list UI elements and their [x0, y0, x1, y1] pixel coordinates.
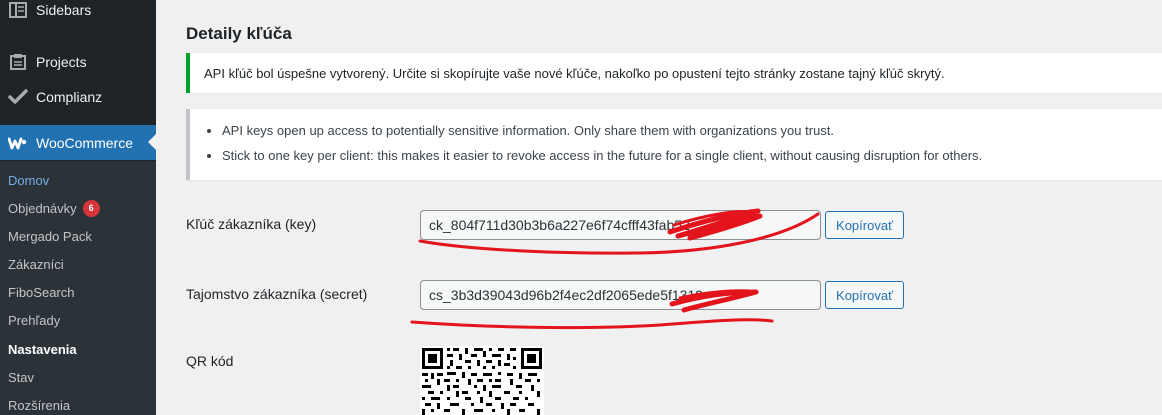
submenu-label: Stav — [8, 369, 35, 385]
copy-key-button[interactable]: Kopírovať — [825, 211, 904, 239]
projects-icon — [0, 52, 36, 72]
menu-item-projects[interactable]: Projects — [0, 44, 156, 79]
consumer-secret-label: Tajomstvo zákazníka (secret) — [186, 286, 368, 302]
consumer-secret-field[interactable]: cs_3b3d39043d96b2f4ec2df2065ede5f1319 — [420, 280, 821, 310]
submenu-label: Prehľady — [8, 312, 61, 328]
qr-code-label: QR kód — [186, 353, 234, 369]
info-notice-item: API keys open up access to potentially s… — [222, 123, 1162, 138]
menu-label: Projects — [36, 53, 87, 70]
order-count-badge: 6 — [82, 199, 100, 217]
submenu-item-zakaznici[interactable]: Zákazníci — [8, 254, 64, 274]
submenu-item-fibosearch[interactable]: FiboSearch — [8, 282, 74, 302]
main-content: Detaily kľúča API kľúč bol úspešne vytvo… — [156, 0, 1162, 415]
woocommerce-submenu: Domov Objednávky 6 Mergado Pack Zákazníc… — [0, 161, 156, 415]
info-notice-item: Stick to one key per client: this makes … — [222, 148, 1162, 163]
copy-secret-button[interactable]: Kopírovať — [825, 281, 904, 309]
menu-label: Sidebars — [36, 1, 92, 18]
woocommerce-icon — [0, 133, 36, 153]
success-notice-text: API kľúč bol úspešne vytvorený. Určite s… — [204, 65, 945, 81]
submenu-label: Domov — [8, 172, 50, 188]
menu-item-sidebars[interactable]: Sidebars — [0, 0, 156, 27]
submenu-item-stav[interactable]: Stav — [8, 367, 34, 387]
submenu-label: Mergado Pack — [8, 228, 92, 244]
checkmark-icon — [0, 87, 36, 107]
info-notice: API keys open up access to potentially s… — [186, 109, 1162, 180]
success-notice: API kľúč bol úspešne vytvorený. Určite s… — [186, 53, 1162, 93]
menu-label: WooCommerce — [36, 134, 133, 151]
menu-item-complianz[interactable]: Complianz — [0, 79, 156, 114]
qr-code-image — [420, 346, 544, 415]
menu-item-woocommerce[interactable]: WooCommerce — [0, 125, 156, 160]
submenu-item-objednavky[interactable]: Objednávky 6 — [8, 198, 100, 218]
submenu-item-prehlady[interactable]: Prehľady — [8, 310, 60, 330]
admin-sidebar: Sidebars Projects Complianz WooCommerce … — [0, 0, 156, 415]
submenu-label: Nastavenia — [8, 341, 77, 357]
consumer-key-field[interactable]: ck_804f711d30b3b6a227e6f74cfff43fab52 — [420, 210, 821, 240]
sidebars-icon — [0, 0, 36, 20]
submenu-label: Rozšírenia — [8, 397, 71, 413]
submenu-label: FiboSearch — [8, 284, 75, 300]
submenu-item-nastavenia[interactable]: Nastavenia — [8, 339, 77, 359]
submenu-item-rozsirenia[interactable]: Rozšírenia — [8, 395, 70, 415]
active-menu-arrow — [148, 134, 156, 150]
submenu-item-domov[interactable]: Domov — [8, 170, 49, 190]
consumer-key-label: Kľúč zákazníka (key) — [186, 216, 317, 232]
submenu-item-mergado-pack[interactable]: Mergado Pack — [8, 226, 92, 246]
menu-label: Complianz — [36, 88, 103, 105]
submenu-label: Objednávky — [8, 200, 77, 216]
page-title: Detaily kľúča — [186, 24, 292, 43]
submenu-label: Zákazníci — [8, 256, 64, 272]
